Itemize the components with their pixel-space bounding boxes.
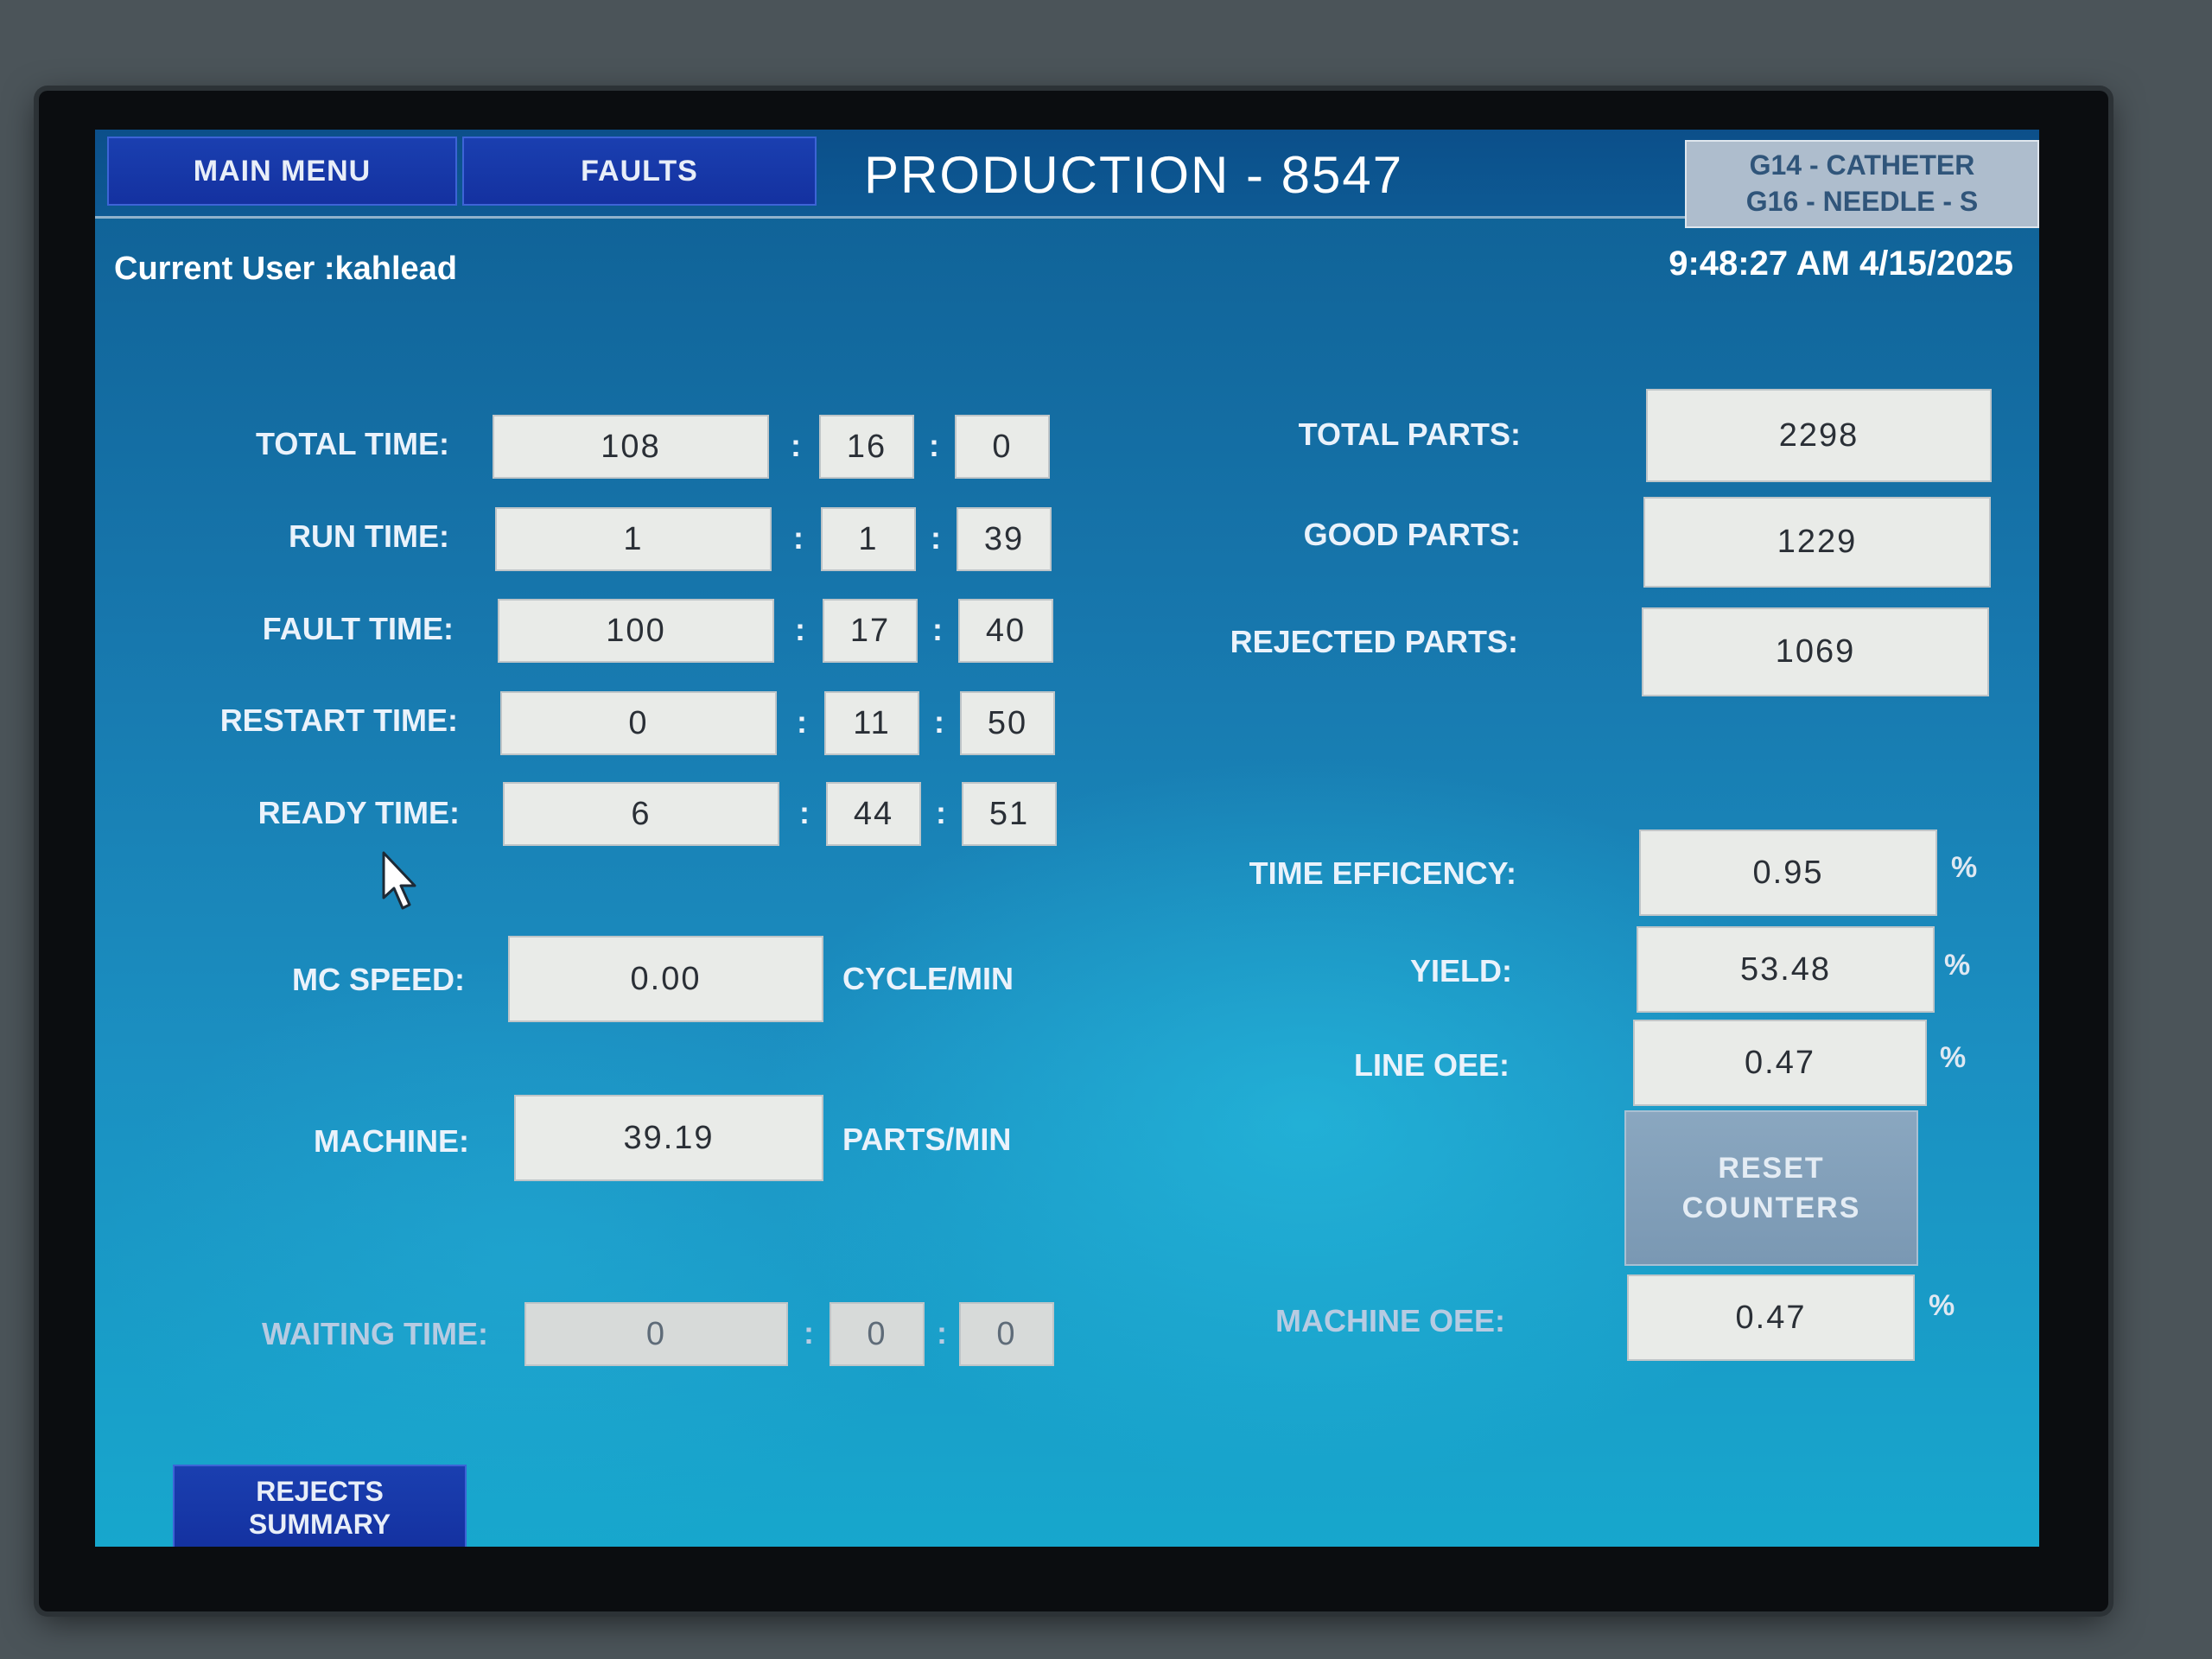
machine-rate-label: MACHINE: [314, 1123, 469, 1159]
time-separator: : [937, 1315, 947, 1351]
good-parts-label: GOOD PARTS: [1303, 517, 1521, 552]
rejected-parts-value: 1069 [1642, 607, 1989, 696]
fault-time-hours: 100 [498, 599, 774, 663]
restart-time-hours: 0 [500, 691, 777, 755]
waiting-time-hours: 0 [524, 1302, 788, 1366]
restart-time-label: RESTART TIME: [219, 702, 458, 738]
good-parts-value: 1229 [1643, 497, 1991, 588]
percent-sign: % [1929, 1289, 1955, 1322]
restart-time-minutes: 11 [824, 691, 919, 755]
rejects-summary-button[interactable]: REJECTS SUMMARY [173, 1465, 467, 1547]
mc-speed-unit: CYCLE/MIN [842, 961, 1014, 996]
run-time-seconds: 39 [957, 507, 1052, 571]
rejects-label-line-2: SUMMARY [248, 1509, 391, 1540]
faults-label: FAULTS [581, 154, 698, 188]
fault-time-seconds: 40 [958, 599, 1053, 663]
yield-label: YIELD: [1409, 953, 1512, 988]
reset-label-line-1: RESET [1718, 1152, 1825, 1185]
ready-time-seconds: 51 [962, 782, 1057, 846]
machine-oee-label: MACHINE OEE: [1274, 1303, 1505, 1338]
time-efficiency-label: TIME EFFICENCY: [1249, 855, 1516, 891]
time-separator: : [793, 520, 804, 556]
time-separator: : [804, 1315, 814, 1351]
time-separator: : [797, 704, 807, 740]
mouse-pointer-icon [382, 851, 416, 910]
time-separator: : [936, 795, 946, 830]
total-parts-value: 2298 [1646, 389, 1992, 482]
mc-speed-label: MC SPEED: [291, 962, 465, 997]
reset-label-line-2: COUNTERS [1681, 1192, 1861, 1224]
time-separator: : [934, 704, 944, 740]
hmi-screen: MAIN MENU FAULTS PRODUCTION - 8547 G14 -… [95, 130, 2039, 1547]
fault-time-minutes: 17 [823, 599, 918, 663]
time-separator: : [931, 520, 941, 556]
main-menu-label: MAIN MENU [193, 154, 372, 188]
run-time-label: RUN TIME: [289, 518, 449, 554]
time-separator: : [795, 612, 805, 647]
ready-time-label: READY TIME: [257, 795, 460, 830]
waiting-time-seconds: 0 [959, 1302, 1054, 1366]
percent-sign: % [1940, 1041, 1967, 1074]
restart-time-seconds: 50 [960, 691, 1055, 755]
current-user: Current User :kahlead [114, 251, 458, 287]
product-indicator: G14 - CATHETER G16 - NEEDLE - S [1685, 140, 2039, 228]
ready-time-minutes: 44 [826, 782, 921, 846]
time-separator: : [791, 428, 801, 463]
line-oee-label: LINE OEE: [1353, 1047, 1510, 1083]
time-separator: : [932, 612, 943, 647]
reset-counters-button[interactable]: RESET COUNTERS [1624, 1110, 1918, 1266]
machine-rate-value: 39.19 [514, 1095, 823, 1181]
machine-oee-value: 0.47 [1627, 1274, 1915, 1361]
time-separator: : [799, 795, 810, 830]
main-menu-button[interactable]: MAIN MENU [107, 137, 457, 206]
time-efficiency-value: 0.95 [1639, 830, 1937, 916]
product-line-1: G14 - CATHETER [1749, 149, 1975, 181]
waiting-time-minutes: 0 [830, 1302, 925, 1366]
total-time-hours: 108 [493, 415, 769, 479]
total-time-minutes: 16 [819, 415, 914, 479]
fault-time-label: FAULT TIME: [262, 611, 454, 646]
percent-sign: % [1944, 949, 1971, 982]
faults-button[interactable]: FAULTS [462, 137, 817, 206]
percent-sign: % [1951, 851, 1978, 884]
line-oee-value: 0.47 [1633, 1020, 1927, 1106]
total-time-label: TOTAL TIME: [256, 426, 449, 461]
machine-rate-unit: PARTS/MIN [842, 1122, 1012, 1157]
date-time: 9:48:27 AM 4/15/2025 [1669, 245, 2013, 283]
run-time-hours: 1 [495, 507, 772, 571]
product-line-2: G16 - NEEDLE - S [1745, 186, 1979, 217]
ready-time-hours: 6 [503, 782, 779, 846]
rejected-parts-label: REJECTED PARTS: [1230, 624, 1518, 659]
time-separator: : [929, 428, 939, 463]
mc-speed-value: 0.00 [508, 936, 823, 1022]
run-time-minutes: 1 [821, 507, 916, 571]
total-time-seconds: 0 [955, 415, 1050, 479]
yield-value: 53.48 [1637, 926, 1935, 1013]
total-parts-label: TOTAL PARTS: [1298, 416, 1521, 452]
rejects-label-line-1: REJECTS [256, 1476, 384, 1507]
waiting-time-label: WAITING TIME: [262, 1316, 488, 1351]
page-title: PRODUCTION - 8547 [864, 146, 1404, 204]
